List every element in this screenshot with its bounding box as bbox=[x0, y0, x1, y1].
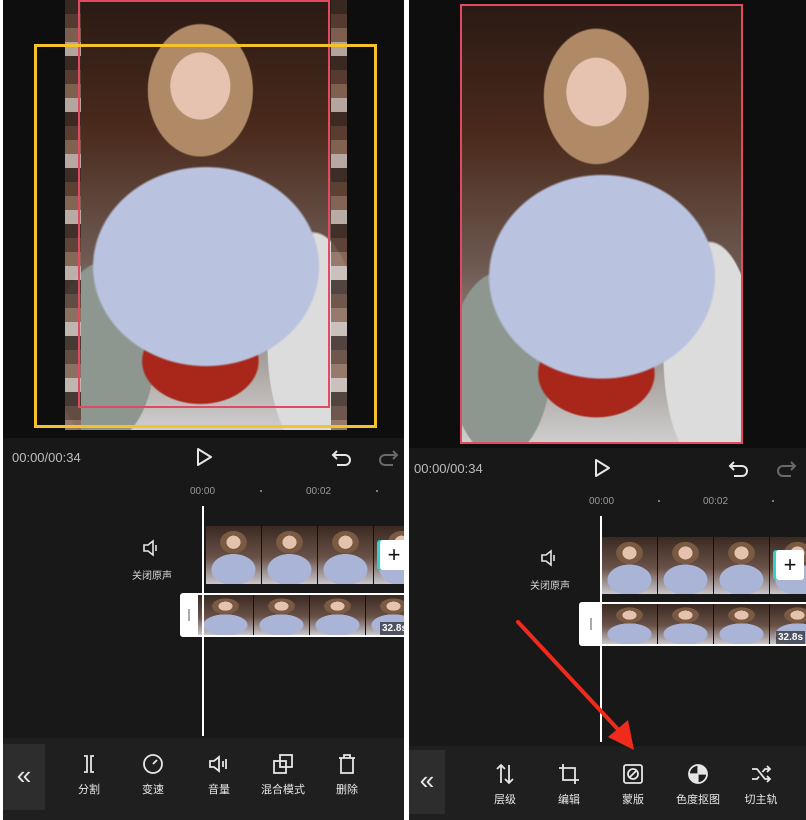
annotation-arrow bbox=[516, 620, 634, 750]
